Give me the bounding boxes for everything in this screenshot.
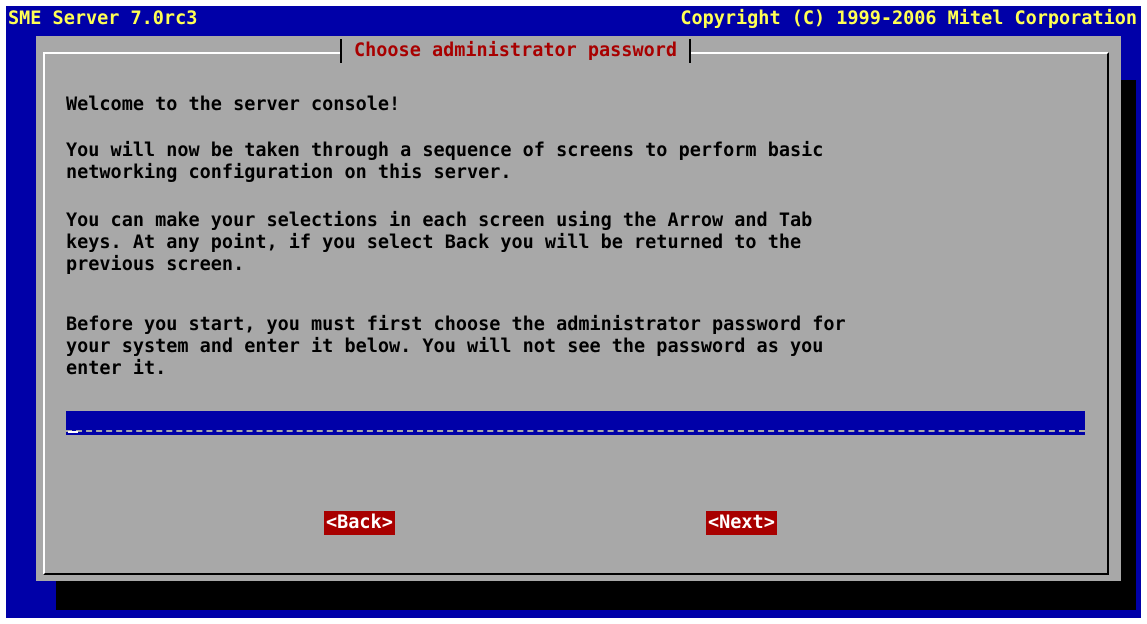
back-button[interactable]: <Back> — [324, 511, 395, 535]
copyright-notice: Copyright (C) 1999-2006 Mitel Corporatio… — [680, 8, 1137, 29]
text-cursor — [68, 431, 78, 433]
dialog-title-bar: Choose administrator password — [340, 39, 692, 63]
navigation-help-text: You can make your selections in each scr… — [66, 210, 813, 275]
product-name: SME Server 7.0rc3 — [8, 8, 198, 29]
next-button[interactable]: <Next> — [706, 511, 777, 535]
password-dialog: Choose administrator password Welcome to… — [36, 36, 1121, 581]
dialog-title: Choose administrator password — [354, 40, 678, 61]
password-instructions-text: Before you start, you must first choose … — [66, 314, 846, 379]
intro-text: You will now be taken through a sequence… — [66, 140, 824, 183]
password-input[interactable] — [66, 411, 1085, 435]
welcome-text: Welcome to the server console! — [66, 94, 401, 115]
input-underline — [66, 430, 1085, 432]
console-screen: SME Server 7.0rc3 Copyright (C) 1999-200… — [6, 6, 1141, 618]
